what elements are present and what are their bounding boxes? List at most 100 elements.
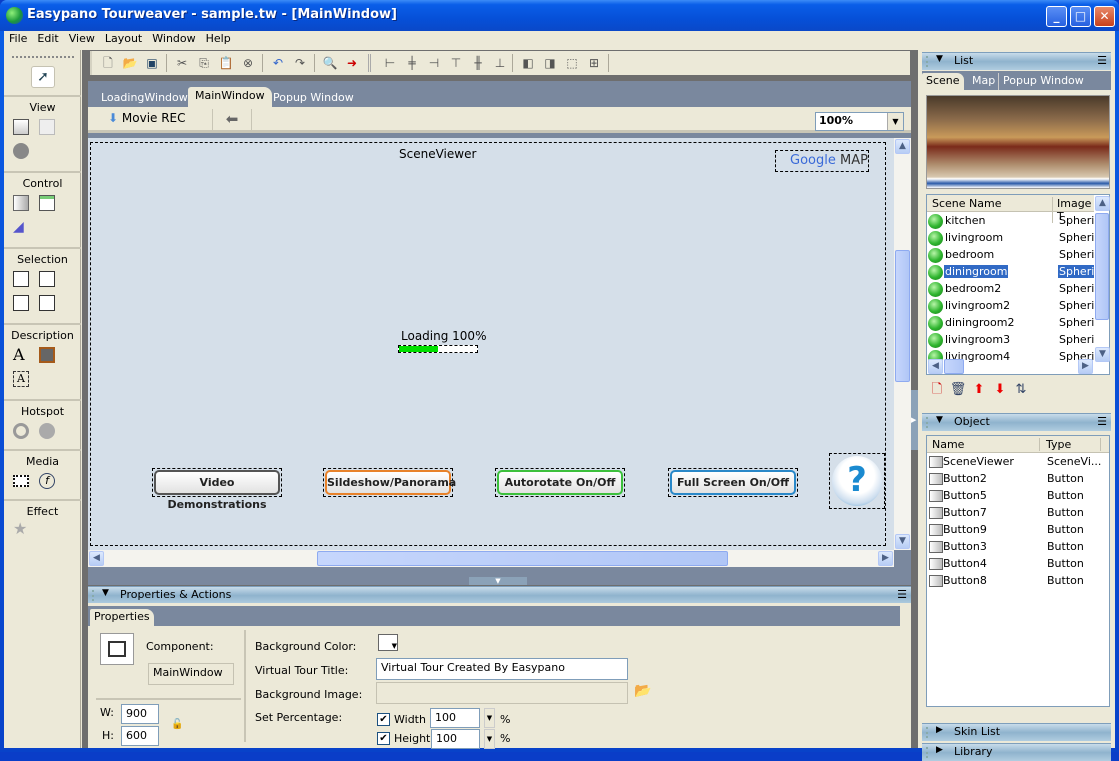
text-tool-icon[interactable]: A bbox=[13, 345, 29, 364]
scene-list-row[interactable]: livingroom3 Spheric bbox=[927, 332, 1094, 349]
zoom-select[interactable]: 100% ▼ bbox=[815, 112, 904, 131]
rotate-hotspot-tool-icon[interactable] bbox=[39, 423, 55, 439]
tab-scene[interactable]: Scene bbox=[922, 73, 964, 90]
paste-icon[interactable]: 📋 bbox=[218, 55, 234, 71]
object-list-row[interactable]: Button8 Button bbox=[927, 573, 1111, 590]
scroll-left-button[interactable]: ◀ bbox=[89, 551, 104, 566]
width-input[interactable]: 900 bbox=[121, 704, 159, 724]
align-top-icon[interactable]: ⊤ bbox=[448, 55, 464, 71]
menu-view[interactable]: View bbox=[64, 31, 100, 45]
tab-map[interactable]: Map bbox=[968, 73, 999, 90]
scroll-down-button[interactable]: ▼ bbox=[1095, 347, 1110, 362]
object-panel-header[interactable]: ▼ Object ☰ bbox=[922, 413, 1111, 431]
toolbox-grip[interactable] bbox=[12, 56, 74, 58]
collapse-arrow-icon[interactable]: ▼ bbox=[102, 588, 109, 598]
panel-grip[interactable] bbox=[926, 56, 929, 67]
object-list-row[interactable]: Button2 Button bbox=[927, 471, 1111, 488]
scroll-down-button[interactable]: ▼ bbox=[895, 534, 910, 549]
autorotate-button[interactable]: Autorotate On/Off bbox=[495, 468, 625, 497]
globe-tool-icon[interactable] bbox=[13, 143, 29, 159]
expand-arrow-icon[interactable]: ▶ bbox=[936, 745, 943, 755]
star-effect-tool-icon[interactable]: ★ bbox=[13, 521, 29, 537]
fullscreen-button[interactable]: Full Screen On/Off bbox=[668, 468, 798, 497]
height-percentage-input[interactable]: 100 bbox=[431, 729, 480, 749]
expand-right-icon[interactable]: ▶ bbox=[911, 390, 918, 450]
collapse-panel-handle[interactable]: ▼ bbox=[469, 577, 527, 585]
object-list-row[interactable]: Button9 Button bbox=[927, 522, 1111, 539]
scene-viewer-tool-icon[interactable] bbox=[13, 119, 29, 135]
listbox-tool-icon[interactable] bbox=[13, 295, 29, 311]
tab-loading-window[interactable]: LoadingWindow bbox=[94, 89, 195, 107]
lock-aspect-icon[interactable]: 🔓 bbox=[171, 719, 183, 730]
text-box-tool-icon[interactable]: A bbox=[13, 371, 29, 387]
height-percentage-dropdown[interactable]: ▼ bbox=[484, 729, 495, 749]
column-name[interactable]: Name bbox=[932, 438, 964, 451]
video-demonstrations-button[interactable]: Video Demonstrations bbox=[152, 468, 282, 511]
collapse-arrow-icon[interactable]: ▼ bbox=[936, 415, 943, 425]
select-pointer-button[interactable]: ➚ bbox=[31, 66, 55, 88]
height-input[interactable]: 600 bbox=[121, 726, 159, 746]
scene-list-row[interactable]: bedroom2 Spheric bbox=[927, 281, 1094, 298]
flash-tool-icon[interactable]: f bbox=[39, 473, 55, 489]
flash-list-tool-icon[interactable] bbox=[39, 295, 55, 311]
width-percentage-input[interactable]: 100 bbox=[430, 708, 480, 728]
tour-title-input[interactable]: Virtual Tour Created By Easypano bbox=[376, 658, 628, 680]
add-scene-icon[interactable]: 🗋 bbox=[928, 380, 946, 402]
scroll-right-button[interactable]: ▶ bbox=[878, 551, 893, 566]
library-panel-header[interactable]: ▶ Library bbox=[922, 743, 1111, 761]
object-list-row[interactable]: Button5 Button bbox=[927, 488, 1111, 505]
align-bottom-icon[interactable]: ⊥ bbox=[492, 55, 508, 71]
scene-list-row[interactable]: diningroom2 Spheric bbox=[927, 315, 1094, 332]
menu-help[interactable]: Help bbox=[201, 31, 236, 45]
menu-layout[interactable]: Layout bbox=[100, 31, 147, 45]
canvas-horizontal-scrollbar[interactable]: ◀ ▶ bbox=[88, 550, 894, 567]
google-map-button[interactable]: Google MAP bbox=[775, 150, 869, 172]
slideshow-panorama-button[interactable]: Sildeshow/Panorama bbox=[323, 468, 456, 497]
height-percentage-checkbox[interactable]: ✔ bbox=[377, 732, 390, 745]
expand-arrow-icon[interactable]: ▶ bbox=[936, 725, 943, 735]
copy-icon[interactable]: ⎘ bbox=[196, 55, 212, 71]
toolbar-grip[interactable] bbox=[368, 54, 371, 72]
scroll-up-button[interactable]: ▲ bbox=[1095, 196, 1110, 211]
width-percentage-dropdown[interactable]: ▼ bbox=[484, 708, 495, 728]
panel-menu-icon[interactable]: ☰ bbox=[897, 588, 907, 601]
publish-icon[interactable]: ➜ bbox=[344, 55, 360, 71]
maximize-button[interactable]: □ bbox=[1070, 6, 1091, 27]
panel-splitter[interactable]: ▶ bbox=[911, 50, 918, 748]
browse-folder-icon[interactable]: 📂 bbox=[634, 683, 651, 699]
column-scene-name[interactable]: Scene Name bbox=[932, 197, 1002, 210]
move-up-icon[interactable]: ⬆ bbox=[970, 382, 988, 397]
minimize-button[interactable]: _ bbox=[1046, 6, 1067, 27]
control-bar-tool-icon[interactable] bbox=[39, 195, 55, 211]
image-tool-icon[interactable] bbox=[39, 347, 55, 363]
width-percentage-checkbox[interactable]: ✔ bbox=[377, 713, 390, 726]
scroll-left-button[interactable]: ◀ bbox=[928, 359, 943, 374]
panel-menu-icon[interactable]: ☰ bbox=[1097, 54, 1107, 67]
menu-window[interactable]: Window bbox=[147, 31, 200, 45]
list-panel-header[interactable]: ▼ List ☰ bbox=[922, 52, 1111, 70]
object-list-row[interactable]: Button3 Button bbox=[927, 539, 1111, 556]
scene-list-row[interactable]: livingroom2 Spheric bbox=[927, 298, 1094, 315]
button-tool-icon[interactable] bbox=[13, 195, 29, 211]
tab-popup-window[interactable]: Popup Window bbox=[266, 89, 361, 107]
menu-file[interactable]: File bbox=[4, 31, 32, 45]
background-color-picker[interactable]: ▼ bbox=[378, 634, 398, 651]
design-canvas[interactable]: SceneViewer Google MAP Loading 100% Vide… bbox=[88, 138, 894, 550]
horizontal-scroll-thumb[interactable] bbox=[317, 551, 728, 566]
redo-icon[interactable]: ↷ bbox=[292, 55, 308, 71]
open-folder-icon[interactable]: 📂 bbox=[122, 55, 138, 71]
scene-list-row[interactable]: livingroom Spheric bbox=[927, 230, 1094, 247]
bring-front-icon[interactable]: ◧ bbox=[520, 55, 536, 71]
sort-icon[interactable]: ⇅ bbox=[1012, 382, 1030, 397]
horizontal-scroll-thumb[interactable] bbox=[944, 359, 964, 374]
close-button[interactable]: ✕ bbox=[1094, 6, 1115, 27]
panel-menu-icon[interactable]: ☰ bbox=[1097, 415, 1107, 428]
skin-list-panel-header[interactable]: ▶ Skin List bbox=[922, 723, 1111, 741]
map-viewer-tool-icon[interactable] bbox=[39, 119, 55, 135]
tab-properties[interactable]: Properties bbox=[90, 609, 154, 626]
menu-edit[interactable]: Edit bbox=[32, 31, 63, 45]
loading-progress-bar[interactable] bbox=[398, 345, 478, 353]
object-list-row[interactable]: Button7 Button bbox=[927, 505, 1111, 522]
vertical-scroll-thumb[interactable] bbox=[895, 250, 910, 382]
hotspot-tool-icon[interactable] bbox=[13, 423, 29, 439]
